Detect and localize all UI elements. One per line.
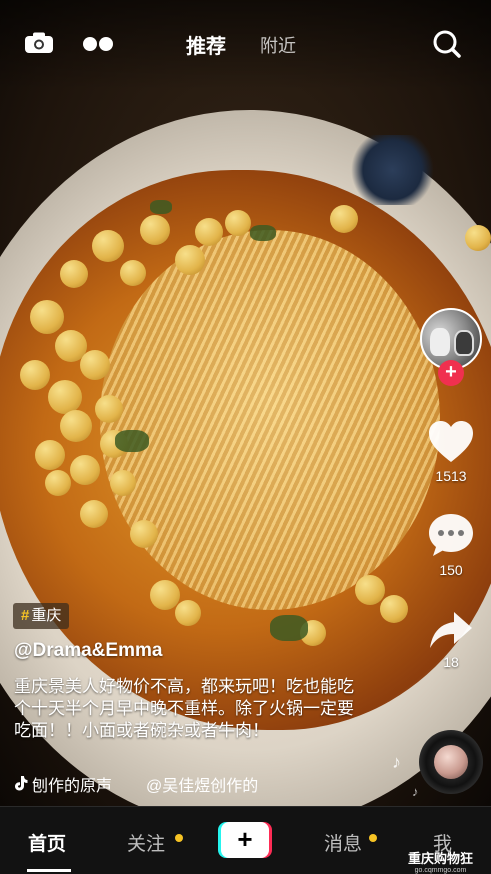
greens — [250, 225, 276, 241]
share-count: 18 — [443, 654, 459, 670]
chickpea — [175, 600, 201, 626]
chickpea — [95, 395, 123, 423]
music-marquee[interactable]: 刨作的原声 @吴佳煜创作的 — [14, 772, 284, 794]
chickpea — [150, 580, 180, 610]
floating-note-small-icon: ♪ — [412, 784, 419, 799]
noodles — [100, 230, 440, 610]
nav-home[interactable]: 首页 — [28, 829, 66, 856]
chickpea — [130, 520, 158, 548]
chickpea — [80, 350, 110, 380]
avatar-dog-left — [430, 328, 450, 356]
author-handle[interactable]: @Drama&Emma — [14, 640, 162, 662]
creator-avatar-group: + — [420, 308, 482, 386]
tiktok-note-icon — [15, 776, 28, 791]
chickpea — [92, 230, 124, 262]
chickpea — [355, 575, 385, 605]
greens — [115, 430, 149, 452]
share-arrow-icon — [430, 612, 472, 648]
chickpea — [70, 455, 100, 485]
floating-note-icon: ♪ — [392, 752, 401, 772]
chickpea — [35, 440, 65, 470]
chickpea — [225, 210, 251, 236]
music-text-1: 刨作的原声 — [32, 778, 113, 794]
tab-nearby[interactable]: 附近 — [260, 32, 296, 58]
nav-following[interactable]: 关注 — [127, 829, 165, 856]
greens — [150, 200, 172, 214]
chickpea — [30, 300, 64, 334]
plate-pattern — [345, 135, 440, 205]
chickpea — [175, 245, 205, 275]
search-icon[interactable] — [432, 29, 462, 59]
nav-messages[interactable]: 消息 — [324, 829, 362, 856]
like-count: 1513 — [435, 468, 467, 484]
music-disc-art — [434, 745, 468, 779]
plus-icon: + — [221, 822, 269, 858]
chickpea — [80, 500, 108, 528]
messages-notification-dot — [369, 834, 377, 842]
watermark: 重庆购物狂 go.cqmmgo.com — [408, 848, 473, 874]
chickpea — [110, 470, 136, 496]
music-disc-icon[interactable] — [419, 730, 483, 794]
chickpea — [48, 380, 82, 414]
hashtag-label: 重庆 — [31, 607, 62, 624]
chickpea — [45, 470, 71, 496]
greens — [270, 615, 308, 641]
chickpea — [380, 595, 408, 623]
heart-icon — [429, 421, 473, 462]
follow-button[interactable]: + — [438, 360, 464, 386]
hashtag-chip[interactable]: # 重庆 — [13, 603, 70, 629]
chickpea — [60, 260, 88, 288]
comment-button[interactable]: 150 — [420, 512, 482, 578]
comment-count: 150 — [439, 562, 463, 578]
chickpea — [60, 410, 92, 442]
chickpea — [195, 218, 223, 246]
avatar-dog-right — [454, 330, 474, 356]
camera-icon[interactable] — [24, 32, 54, 54]
comment-bubble-icon — [429, 514, 473, 556]
video-description: 重庆景美人好物价不高，都来玩吧！吃也能吃个十天半个月早中晚不重样。除了火锅一定要… — [14, 677, 354, 740]
nav-active-indicator — [27, 869, 71, 872]
share-button[interactable]: 18 — [420, 610, 482, 670]
chickpea — [465, 225, 491, 251]
chickpea — [120, 260, 146, 286]
two-dots-icon[interactable] — [82, 36, 114, 52]
hashtag-symbol: # — [21, 607, 30, 624]
chickpea — [330, 205, 358, 233]
watermark-line2: go.cqmmgo.com — [414, 867, 467, 874]
tab-recommend[interactable]: 推荐 — [186, 30, 226, 59]
chickpea — [140, 215, 170, 245]
following-notification-dot — [175, 834, 183, 842]
top-bar: 推荐 附近 — [0, 24, 491, 64]
like-button[interactable]: 1513 — [420, 420, 482, 484]
create-button[interactable]: + — [218, 822, 272, 858]
music-text-2: @吴佳煜创作的 — [146, 778, 259, 794]
chickpea — [20, 360, 50, 390]
watermark-line1: 重庆购物狂 — [408, 851, 474, 866]
